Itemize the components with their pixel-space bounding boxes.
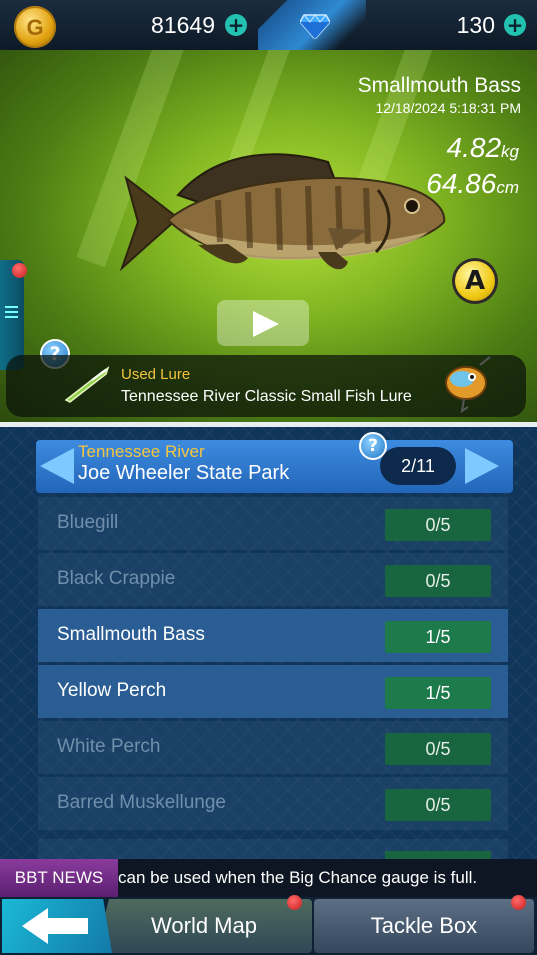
fish-species-title: Smallmouth Bass	[357, 74, 521, 97]
add-gems-button[interactable]: +	[504, 14, 526, 36]
lure-name: Tennessee River Classic Small Fish Lure	[121, 388, 412, 405]
fish-count: 1/5	[385, 621, 491, 653]
fish-image	[119, 153, 446, 272]
fish-weight: 4.82kg	[447, 132, 519, 164]
lure-stick-icon	[64, 366, 110, 403]
fish-name: Barred Muskellunge	[57, 792, 226, 813]
location-help-button[interactable]: ?	[359, 432, 387, 460]
fish-name: Black Crappie	[57, 568, 176, 589]
list-item-partial	[38, 839, 508, 859]
back-arrow-icon	[22, 908, 88, 944]
location-panel: Tennessee River Joe Wheeler State Park 2…	[0, 427, 537, 859]
location-header: Tennessee River Joe Wheeler State Park 2…	[36, 440, 513, 493]
length-value: 64.86	[426, 168, 497, 199]
lure-fish-icon[interactable]	[440, 355, 494, 415]
fish-name: White Perch	[57, 736, 161, 757]
list-item[interactable]: Yellow Perch 1/5	[38, 665, 508, 718]
fish-count: 0/5	[385, 509, 491, 541]
fish-name: Smallmouth Bass	[57, 624, 205, 645]
weight-unit: kg	[501, 142, 519, 161]
used-lure-bar: Used Lure Tennessee River Classic Small …	[6, 355, 526, 417]
news-tag: BBT NEWS	[0, 859, 118, 897]
diamond-icon	[300, 14, 330, 39]
list-item[interactable]: Bluegill 0/5	[38, 497, 508, 550]
catch-datetime: 12/18/2024 5:18:31 PM	[375, 100, 521, 116]
list-item[interactable]: Barred Muskellunge 0/5	[38, 777, 508, 830]
coin-balance: 81649	[151, 12, 215, 38]
fish-length: 64.86cm	[426, 168, 519, 200]
news-ticker: BBT NEWS can be used when the Big Chance…	[0, 859, 537, 897]
grade-badge-icon: A	[452, 258, 498, 304]
fish-count: 0/5	[385, 789, 491, 821]
world-map-label: World Map	[151, 913, 257, 938]
list-item[interactable]: Black Crappie 0/5	[38, 553, 508, 606]
bottom-nav: World Map Tackle Box	[0, 895, 537, 955]
list-item[interactable]: Smallmouth Bass 1/5	[38, 609, 508, 662]
add-coins-button[interactable]: +	[225, 14, 247, 36]
tackle-box-button[interactable]: Tackle Box	[314, 899, 534, 953]
fish-name: Bluegill	[57, 512, 119, 533]
news-text: can be used when the Big Chance gauge is…	[118, 868, 478, 887]
location-region: Tennessee River	[78, 442, 205, 461]
list-item[interactable]: White Perch 0/5	[38, 721, 508, 774]
tackle-box-label: Tackle Box	[370, 913, 478, 938]
prev-location-arrow-icon[interactable]	[40, 448, 74, 484]
next-location-arrow-icon[interactable]	[465, 448, 499, 484]
play-video-button[interactable]	[217, 300, 309, 346]
catch-panel: Smallmouth Bass 12/18/2024 5:18:31 PM 4.…	[0, 50, 537, 422]
weight-value: 4.82	[446, 132, 502, 163]
fish-name: Yellow Perch	[57, 680, 167, 701]
menu-icon	[5, 306, 18, 318]
fish-list: Bluegill 0/5 Black Crappie 0/5 Smallmout…	[38, 497, 508, 833]
fish-count: 1/5	[385, 677, 491, 709]
tackle-box-notification-dot	[511, 895, 526, 910]
location-place: Joe Wheeler State Park	[78, 462, 290, 484]
world-map-button[interactable]: World Map	[96, 899, 312, 953]
currency-bar: G 81649 + 130 +	[0, 0, 537, 50]
fish-count: 0/5	[385, 565, 491, 597]
fish-count: 0/5	[385, 733, 491, 765]
length-unit: cm	[496, 178, 519, 197]
notification-dot	[12, 263, 27, 278]
gold-coin-icon: G	[14, 6, 56, 48]
location-page-indicator: 2/11	[380, 447, 456, 485]
gem-balance: 130	[456, 12, 495, 38]
back-button[interactable]	[2, 899, 112, 953]
fish-count-partial	[385, 851, 491, 859]
used-lure-label: Used Lure	[121, 366, 191, 383]
world-map-notification-dot	[287, 895, 302, 910]
